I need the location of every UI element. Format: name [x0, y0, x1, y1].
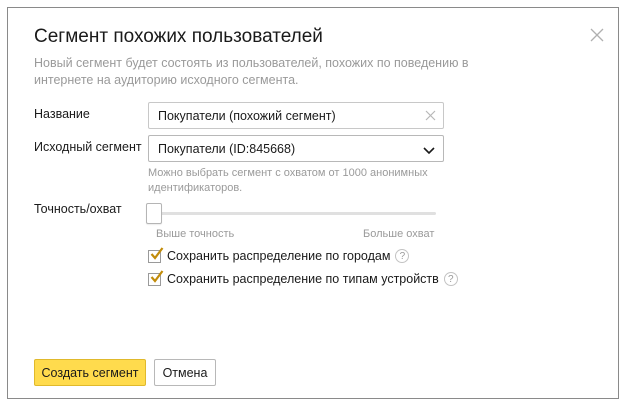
chevron-down-icon [423, 144, 435, 158]
keep-cities-checkbox[interactable] [148, 246, 164, 263]
source-segment-select[interactable]: Покупатели (ID:845668) [148, 135, 444, 162]
precision-slider-track[interactable] [156, 212, 436, 215]
name-input[interactable]: Покупатели (похожий сегмент) [148, 102, 444, 129]
help-icon[interactable]: ? [443, 272, 458, 286]
keep-cities-label: Сохранить распределение по городам [167, 249, 391, 263]
help-icon[interactable]: ? [395, 249, 410, 263]
cancel-button[interactable]: Отмена [154, 359, 216, 386]
slider-max-label: Больше охват [363, 228, 435, 240]
source-segment-value: Покупатели (ID:845668) [158, 141, 296, 156]
dialog-title: Сегмент похожих пользователей [34, 26, 323, 47]
name-label: Название [34, 107, 90, 121]
precision-slider-thumb[interactable] [146, 203, 162, 224]
source-segment-hint: Можно выбрать сегмент с охватом от 1000 … [148, 167, 428, 194]
name-input-value: Покупатели (похожий сегмент) [158, 108, 336, 123]
keep-devices-checkbox[interactable] [148, 269, 164, 286]
close-icon[interactable] [589, 27, 605, 43]
source-segment-label: Исходный сегмент [34, 140, 142, 154]
similar-segment-dialog: Сегмент похожих пользователей Новый сегм… [7, 7, 619, 399]
keep-devices-label: Сохранить распределение по типам устройс… [167, 272, 439, 286]
precision-label: Точность/охват [34, 202, 122, 216]
dialog-description: Новый сегмент будет состоять из пользова… [34, 56, 469, 87]
slider-min-label: Выше точность [156, 228, 235, 240]
keep-devices-checkbox-row[interactable]: Сохранить распределение по типам устройс… [148, 269, 458, 286]
clear-icon[interactable] [424, 109, 437, 122]
keep-cities-checkbox-row[interactable]: Сохранить распределение по городам ? [148, 246, 410, 263]
create-segment-button[interactable]: Создать сегмент [34, 359, 146, 386]
